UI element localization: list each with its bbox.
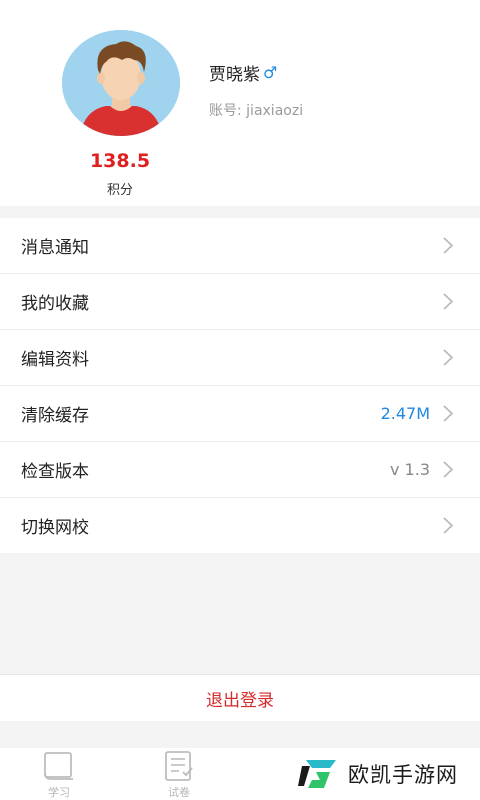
menu-item-label: 编辑资料 bbox=[21, 350, 89, 370]
chevron-right-icon bbox=[443, 237, 454, 254]
menu-item-label: 消息通知 bbox=[21, 238, 89, 258]
version-value: v 1.3 bbox=[390, 460, 430, 479]
menu-item-edit-profile[interactable]: 编辑资料 bbox=[0, 330, 480, 386]
chevron-right-icon bbox=[443, 405, 454, 422]
tab-papers[interactable]: 试卷 bbox=[149, 750, 209, 800]
male-gender-icon: ♂ bbox=[263, 63, 278, 82]
menu-item-check-version[interactable]: 检查版本 v 1.3 bbox=[0, 442, 480, 498]
cache-size-value: 2.47M bbox=[380, 404, 430, 423]
chevron-right-icon bbox=[443, 349, 454, 366]
menu-item-switch-school[interactable]: 切换网校 bbox=[0, 498, 480, 553]
menu-item-label: 清除缓存 bbox=[21, 406, 89, 426]
logout-button[interactable]: 退出登录 bbox=[0, 674, 480, 721]
user-name: 贾晓紫 bbox=[209, 65, 260, 85]
avatar-illustration bbox=[62, 30, 180, 136]
chevron-right-icon bbox=[443, 293, 454, 310]
tab-label: 试卷 bbox=[168, 786, 190, 799]
book-icon bbox=[44, 752, 73, 780]
tab-label: 学习 bbox=[48, 786, 70, 799]
menu-item-label: 切换网校 bbox=[21, 518, 89, 538]
profile-header: 138.5 积分 贾晓紫 ♂ 账号: jiaxiaozi bbox=[0, 0, 480, 206]
menu-item-label: 我的收藏 bbox=[21, 294, 89, 314]
avatar[interactable] bbox=[62, 30, 180, 136]
score-value: 138.5 bbox=[89, 150, 151, 172]
account-id: 账号: jiaxiaozi bbox=[209, 103, 304, 119]
menu-item-notifications[interactable]: 消息通知 bbox=[0, 218, 480, 274]
watermark: 欧凯手游网 bbox=[296, 752, 458, 796]
user-name-row: 贾晓紫 ♂ bbox=[209, 60, 277, 85]
chevron-right-icon bbox=[443, 517, 454, 534]
settings-menu: 消息通知 我的收藏 编辑资料 清除缓存 2.47M 检查版本 v 1.3 切换网… bbox=[0, 218, 480, 553]
chevron-right-icon bbox=[443, 461, 454, 478]
score-label: 积分 bbox=[106, 183, 133, 198]
menu-item-label: 检查版本 bbox=[21, 462, 89, 482]
watermark-text: 欧凯手游网 bbox=[348, 763, 458, 787]
brand-logo-icon bbox=[298, 760, 336, 788]
paper-icon bbox=[165, 751, 193, 781]
menu-item-favorites[interactable]: 我的收藏 bbox=[0, 274, 480, 330]
tab-study[interactable]: 学习 bbox=[29, 750, 89, 800]
menu-item-clear-cache[interactable]: 清除缓存 2.47M bbox=[0, 386, 480, 442]
